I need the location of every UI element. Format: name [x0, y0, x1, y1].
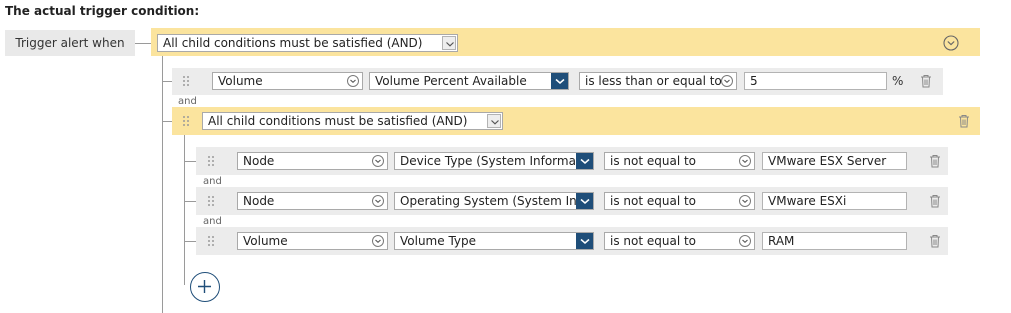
tree-branch-sub3 — [184, 241, 196, 242]
trash-icon[interactable] — [929, 234, 941, 248]
sub-row1-field-value: Device Type (System Information) — [400, 154, 593, 168]
drag-handle-icon[interactable] — [207, 235, 215, 247]
tree-line-main — [162, 56, 163, 313]
drag-handle-icon[interactable] — [182, 75, 190, 87]
chevron-down-icon — [347, 75, 359, 87]
trash-icon[interactable] — [920, 74, 932, 88]
chevron-down-icon — [372, 195, 384, 207]
trash-icon[interactable] — [929, 154, 941, 168]
sub-row1-operator-value: is not equal to — [610, 154, 697, 168]
sub-row3-field-select[interactable]: Volume Type — [394, 232, 594, 250]
sub-row1-object-select[interactable]: Node — [237, 152, 388, 170]
and-label: and — [203, 176, 222, 187]
sub-row1-object-value: Node — [243, 154, 275, 168]
tree-line-sub — [184, 135, 185, 285]
sub-row3-operator-value: is not equal to — [610, 234, 697, 248]
chevron-down-icon — [576, 233, 593, 249]
sub-row1-field-select[interactable]: Device Type (System Information) — [394, 152, 594, 170]
row1-value-input[interactable]: 5 — [744, 72, 887, 90]
sub-row3-value-input[interactable]: RAM — [762, 232, 907, 250]
chevron-down-icon — [551, 73, 568, 89]
sub-row2-field-value: Operating System (System Information) — [400, 194, 593, 208]
tree-branch-subgroup — [162, 121, 172, 122]
plus-icon — [198, 280, 211, 293]
chevron-down-icon — [576, 193, 593, 209]
chevron-down-icon — [372, 155, 384, 167]
chevron-down-icon — [576, 153, 593, 169]
sub-row2-operator-select[interactable]: is not equal to — [604, 192, 755, 210]
chevron-down-icon — [739, 235, 751, 247]
top-group-logic-value: All child conditions must be satisfied (… — [163, 36, 423, 50]
chevron-down-icon — [721, 75, 733, 87]
drag-handle-icon[interactable] — [207, 155, 215, 167]
sub-group-logic-select[interactable]: All child conditions must be satisfied (… — [202, 112, 503, 130]
tree-branch-sub2 — [184, 201, 196, 202]
chevron-down-icon — [372, 235, 384, 247]
sub-row2-object-value: Node — [243, 194, 275, 208]
chevron-down-icon — [487, 114, 501, 128]
row1-object-value: Volume — [218, 74, 263, 88]
sub-row3-object-select[interactable]: Volume — [237, 232, 388, 250]
and-label: and — [203, 216, 222, 227]
sub-row2-field-select[interactable]: Operating System (System Information) — [394, 192, 594, 210]
sub-row1-value-input[interactable]: VMware ESX Server — [762, 152, 907, 170]
add-condition-button[interactable] — [190, 272, 220, 302]
sub-row3-operator-select[interactable]: is not equal to — [604, 232, 755, 250]
sub-row2-value-input[interactable]: VMware ESXi — [762, 192, 907, 210]
connector-line — [135, 43, 151, 44]
top-group-logic-select[interactable]: All child conditions must be satisfied (… — [157, 34, 458, 52]
chevron-down-icon — [739, 195, 751, 207]
sub-row3-object-value: Volume — [243, 234, 288, 248]
trash-icon[interactable] — [958, 114, 970, 128]
row1-object-select[interactable]: Volume — [212, 72, 363, 90]
drag-handle-icon[interactable] — [182, 115, 190, 127]
row1-field-select[interactable]: Volume Percent Available — [369, 72, 569, 90]
sub-row2-operator-value: is not equal to — [610, 194, 697, 208]
collapse-icon[interactable] — [943, 35, 959, 51]
row1-field-value: Volume Percent Available — [375, 74, 527, 88]
row1-unit: % — [892, 74, 904, 88]
trigger-alert-label: Trigger alert when — [5, 30, 135, 56]
tree-branch-sub1 — [184, 161, 196, 162]
chevron-down-icon — [442, 36, 456, 50]
row1-operator-value: is less than or equal to — [585, 74, 722, 88]
tree-branch-row1 — [162, 81, 172, 82]
sub-row3-field-value: Volume Type — [400, 234, 477, 248]
sub-row2-object-select[interactable]: Node — [237, 192, 388, 210]
trash-icon[interactable] — [929, 194, 941, 208]
drag-handle-icon[interactable] — [207, 195, 215, 207]
chevron-down-icon — [739, 155, 751, 167]
sub-row1-operator-select[interactable]: is not equal to — [604, 152, 755, 170]
row1-operator-select[interactable]: is less than or equal to — [579, 72, 737, 90]
and-label: and — [178, 96, 197, 107]
page-title: The actual trigger condition: — [5, 4, 200, 18]
sub-group-logic-value: All child conditions must be satisfied (… — [208, 114, 468, 128]
